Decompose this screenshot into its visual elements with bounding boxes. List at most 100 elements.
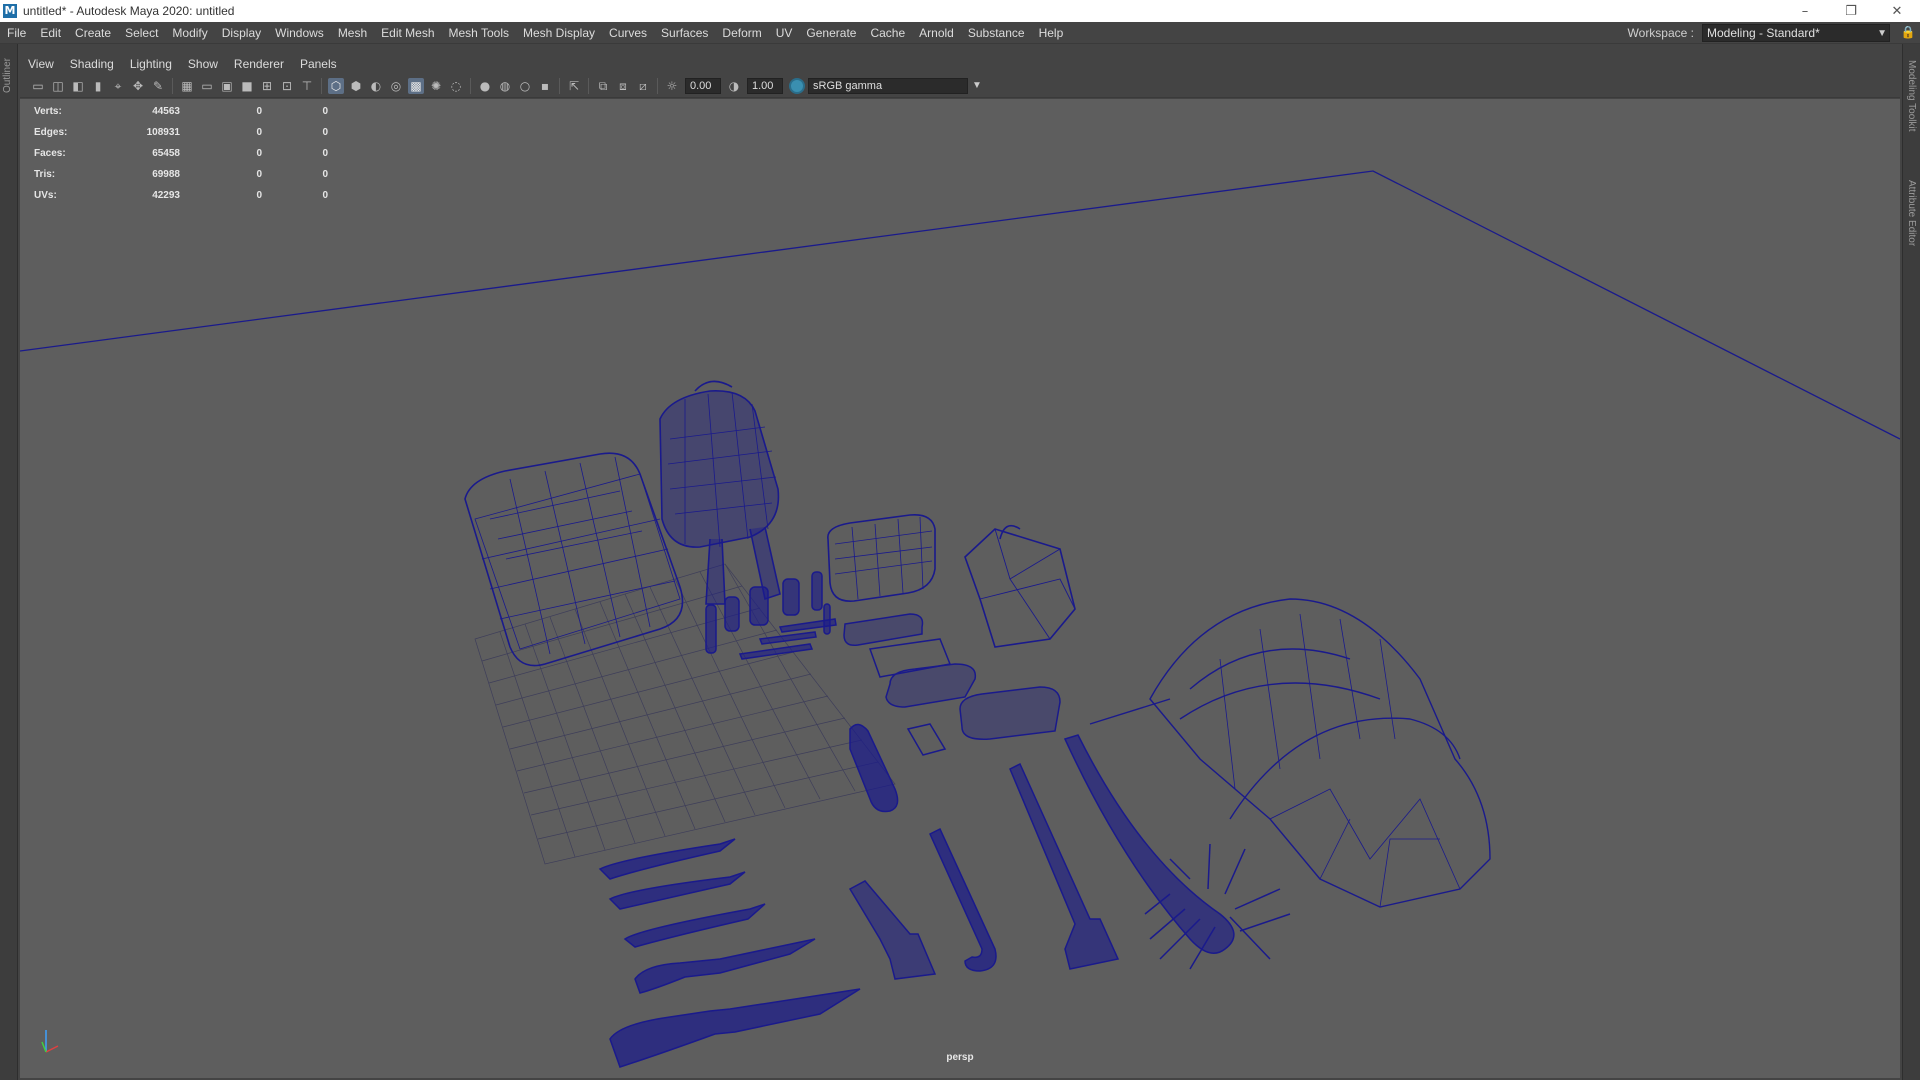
menu-edit[interactable]: Edit <box>33 22 68 44</box>
menu-help[interactable]: Help <box>1032 22 1071 44</box>
tab-outliner[interactable]: Outliner <box>2 58 13 93</box>
film-gate-icon[interactable]: ▭ <box>199 78 215 94</box>
isolate-select-icon[interactable]: ⇱ <box>566 78 582 94</box>
exposure-icon[interactable]: ☼ <box>664 78 680 94</box>
grease-pencil-icon[interactable]: ✎ <box>150 78 166 94</box>
hud-row-faces: Faces: 65458 0 0 <box>34 143 328 164</box>
panel-menubar: View Shading Lighting Show Renderer Pane… <box>20 54 1900 74</box>
menu-generate[interactable]: Generate <box>799 22 863 44</box>
restore-button[interactable]: ❐ <box>1828 0 1874 22</box>
menu-display[interactable]: Display <box>215 22 268 44</box>
view-transform-dropdown[interactable]: sRGB gamma ▼ <box>808 77 982 94</box>
motion-blur-icon[interactable]: ◍ <box>497 78 513 94</box>
2d-pan-zoom-icon[interactable]: ✥ <box>130 78 146 94</box>
menu-windows[interactable]: Windows <box>268 22 331 44</box>
minimize-button[interactable]: – <box>1782 0 1828 22</box>
menu-create[interactable]: Create <box>68 22 118 44</box>
panel-menu-view[interactable]: View <box>20 54 62 74</box>
bookmark-icon[interactable]: ▮ <box>90 78 106 94</box>
window-title: untitled* - Autodesk Maya 2020: untitled <box>23 4 235 18</box>
menu-deform[interactable]: Deform <box>715 22 768 44</box>
hud-value: 0 <box>322 169 328 180</box>
smooth-shade-icon[interactable]: ⬢ <box>348 78 364 94</box>
hud-value: 42293 <box>152 190 180 201</box>
panel-menu-show[interactable]: Show <box>180 54 226 74</box>
image-plane-icon[interactable]: ⌖ <box>110 78 126 94</box>
hud-value: 108931 <box>146 127 180 138</box>
hud-label: Tris: <box>34 169 56 180</box>
hud-label: Faces: <box>34 148 66 159</box>
camera-attributes-icon[interactable]: ◫ <box>50 78 66 94</box>
gate-mask-icon[interactable]: ■ <box>239 78 255 94</box>
ground-plane <box>20 170 1900 440</box>
hud-value: 44563 <box>152 106 180 117</box>
gamma-icon[interactable]: ◑ <box>726 78 742 94</box>
menu-mesh[interactable]: Mesh <box>331 22 374 44</box>
lock-icon[interactable]: 🔒 <box>1900 25 1916 41</box>
panel-menu-renderer[interactable]: Renderer <box>226 54 292 74</box>
backface-icon[interactable]: ⧄ <box>635 78 651 94</box>
panel-menu-shading[interactable]: Shading <box>62 54 122 74</box>
menu-modify[interactable]: Modify <box>165 22 214 44</box>
wireframe-icon[interactable]: ⬡ <box>328 77 344 94</box>
xray-icon[interactable]: ▩ <box>408 77 424 94</box>
toolbar-separator <box>657 77 658 94</box>
view-transform-value: sRGB gamma <box>813 79 883 92</box>
hud-value: 0 <box>256 169 262 180</box>
gamma-field[interactable]: 1.00 <box>747 77 783 94</box>
main-menubar: File Edit Create Select Modify Display W… <box>0 22 1920 44</box>
xray-active-icon[interactable]: ⧈ <box>615 78 631 94</box>
right-tab-strip: Modeling Toolkit Attribute Editor <box>1902 44 1920 1080</box>
close-button[interactable]: ✕ <box>1874 0 1920 22</box>
menu-file[interactable]: File <box>0 22 33 44</box>
menu-curves[interactable]: Curves <box>602 22 654 44</box>
color-management-icon[interactable] <box>789 77 805 94</box>
menu-surfaces[interactable]: Surfaces <box>654 22 715 44</box>
knives-mesh <box>598 838 861 1068</box>
cooking-set-mesh <box>843 613 1061 756</box>
title-bar: M untitled* - Autodesk Maya 2020: untitl… <box>0 0 1920 22</box>
wireframe-on-shaded-icon[interactable]: ◐ <box>368 78 384 94</box>
toolbar-separator <box>321 77 322 94</box>
safe-action-icon[interactable]: ⊡ <box>279 78 295 94</box>
anti-aliasing-icon[interactable]: ○ <box>517 78 533 94</box>
hud-value: 0 <box>322 106 328 117</box>
field-chart-icon[interactable]: ⊞ <box>259 78 275 94</box>
hud-value: 69988 <box>152 169 180 180</box>
backpack-mesh <box>659 380 781 605</box>
tab-attribute-editor[interactable]: Attribute Editor <box>1906 180 1917 246</box>
shadows-icon[interactable]: ◌ <box>448 78 464 94</box>
hud-value: 0 <box>322 127 328 138</box>
use-lights-icon[interactable]: ✺ <box>428 78 444 94</box>
panel-menu-panels[interactable]: Panels <box>292 54 345 74</box>
camera-bookmark-icon[interactable]: ◧ <box>70 78 86 94</box>
3d-viewport[interactable]: Verts: 44563 0 0 Edges: 108931 0 0 Faces… <box>20 99 1900 1078</box>
ambient-occlusion-icon[interactable]: ● <box>477 78 493 94</box>
menu-mesh-display[interactable]: Mesh Display <box>516 22 602 44</box>
menu-mesh-tools[interactable]: Mesh Tools <box>442 22 516 44</box>
resolution-gate-icon[interactable]: ▣ <box>219 78 235 94</box>
menu-edit-mesh[interactable]: Edit Mesh <box>374 22 441 44</box>
tab-modeling-toolkit[interactable]: Modeling Toolkit <box>1906 60 1917 132</box>
xray-joints-icon[interactable]: ⧉ <box>595 78 611 94</box>
textured-icon[interactable]: ◎ <box>388 78 404 94</box>
exposure-field[interactable]: 0.00 <box>685 77 721 94</box>
safe-title-icon[interactable]: ⊤ <box>299 78 315 94</box>
menu-select[interactable]: Select <box>118 22 165 44</box>
menu-cache[interactable]: Cache <box>863 22 912 44</box>
camera-select-icon[interactable]: ▭ <box>30 78 46 94</box>
panel-menu-lighting[interactable]: Lighting <box>122 54 180 74</box>
hud-value: 0 <box>256 106 262 117</box>
workspace-dropdown[interactable]: Modeling - Standard* ▼ <box>1702 24 1890 42</box>
menu-arnold[interactable]: Arnold <box>912 22 961 44</box>
menu-uv[interactable]: UV <box>769 22 800 44</box>
first-aid-kit-mesh <box>827 513 936 602</box>
scene-wireframe <box>20 170 1900 1068</box>
grid-icon[interactable]: ▦ <box>179 78 195 94</box>
hud-value: 0 <box>256 148 262 159</box>
maya-logo-icon: M <box>3 4 17 18</box>
depth-of-field-icon[interactable]: ▪ <box>537 78 553 94</box>
menu-substance[interactable]: Substance <box>961 22 1032 44</box>
hud-row-tris: Tris: 69988 0 0 <box>34 164 328 185</box>
workspace-value: Modeling - Standard* <box>1707 26 1820 40</box>
